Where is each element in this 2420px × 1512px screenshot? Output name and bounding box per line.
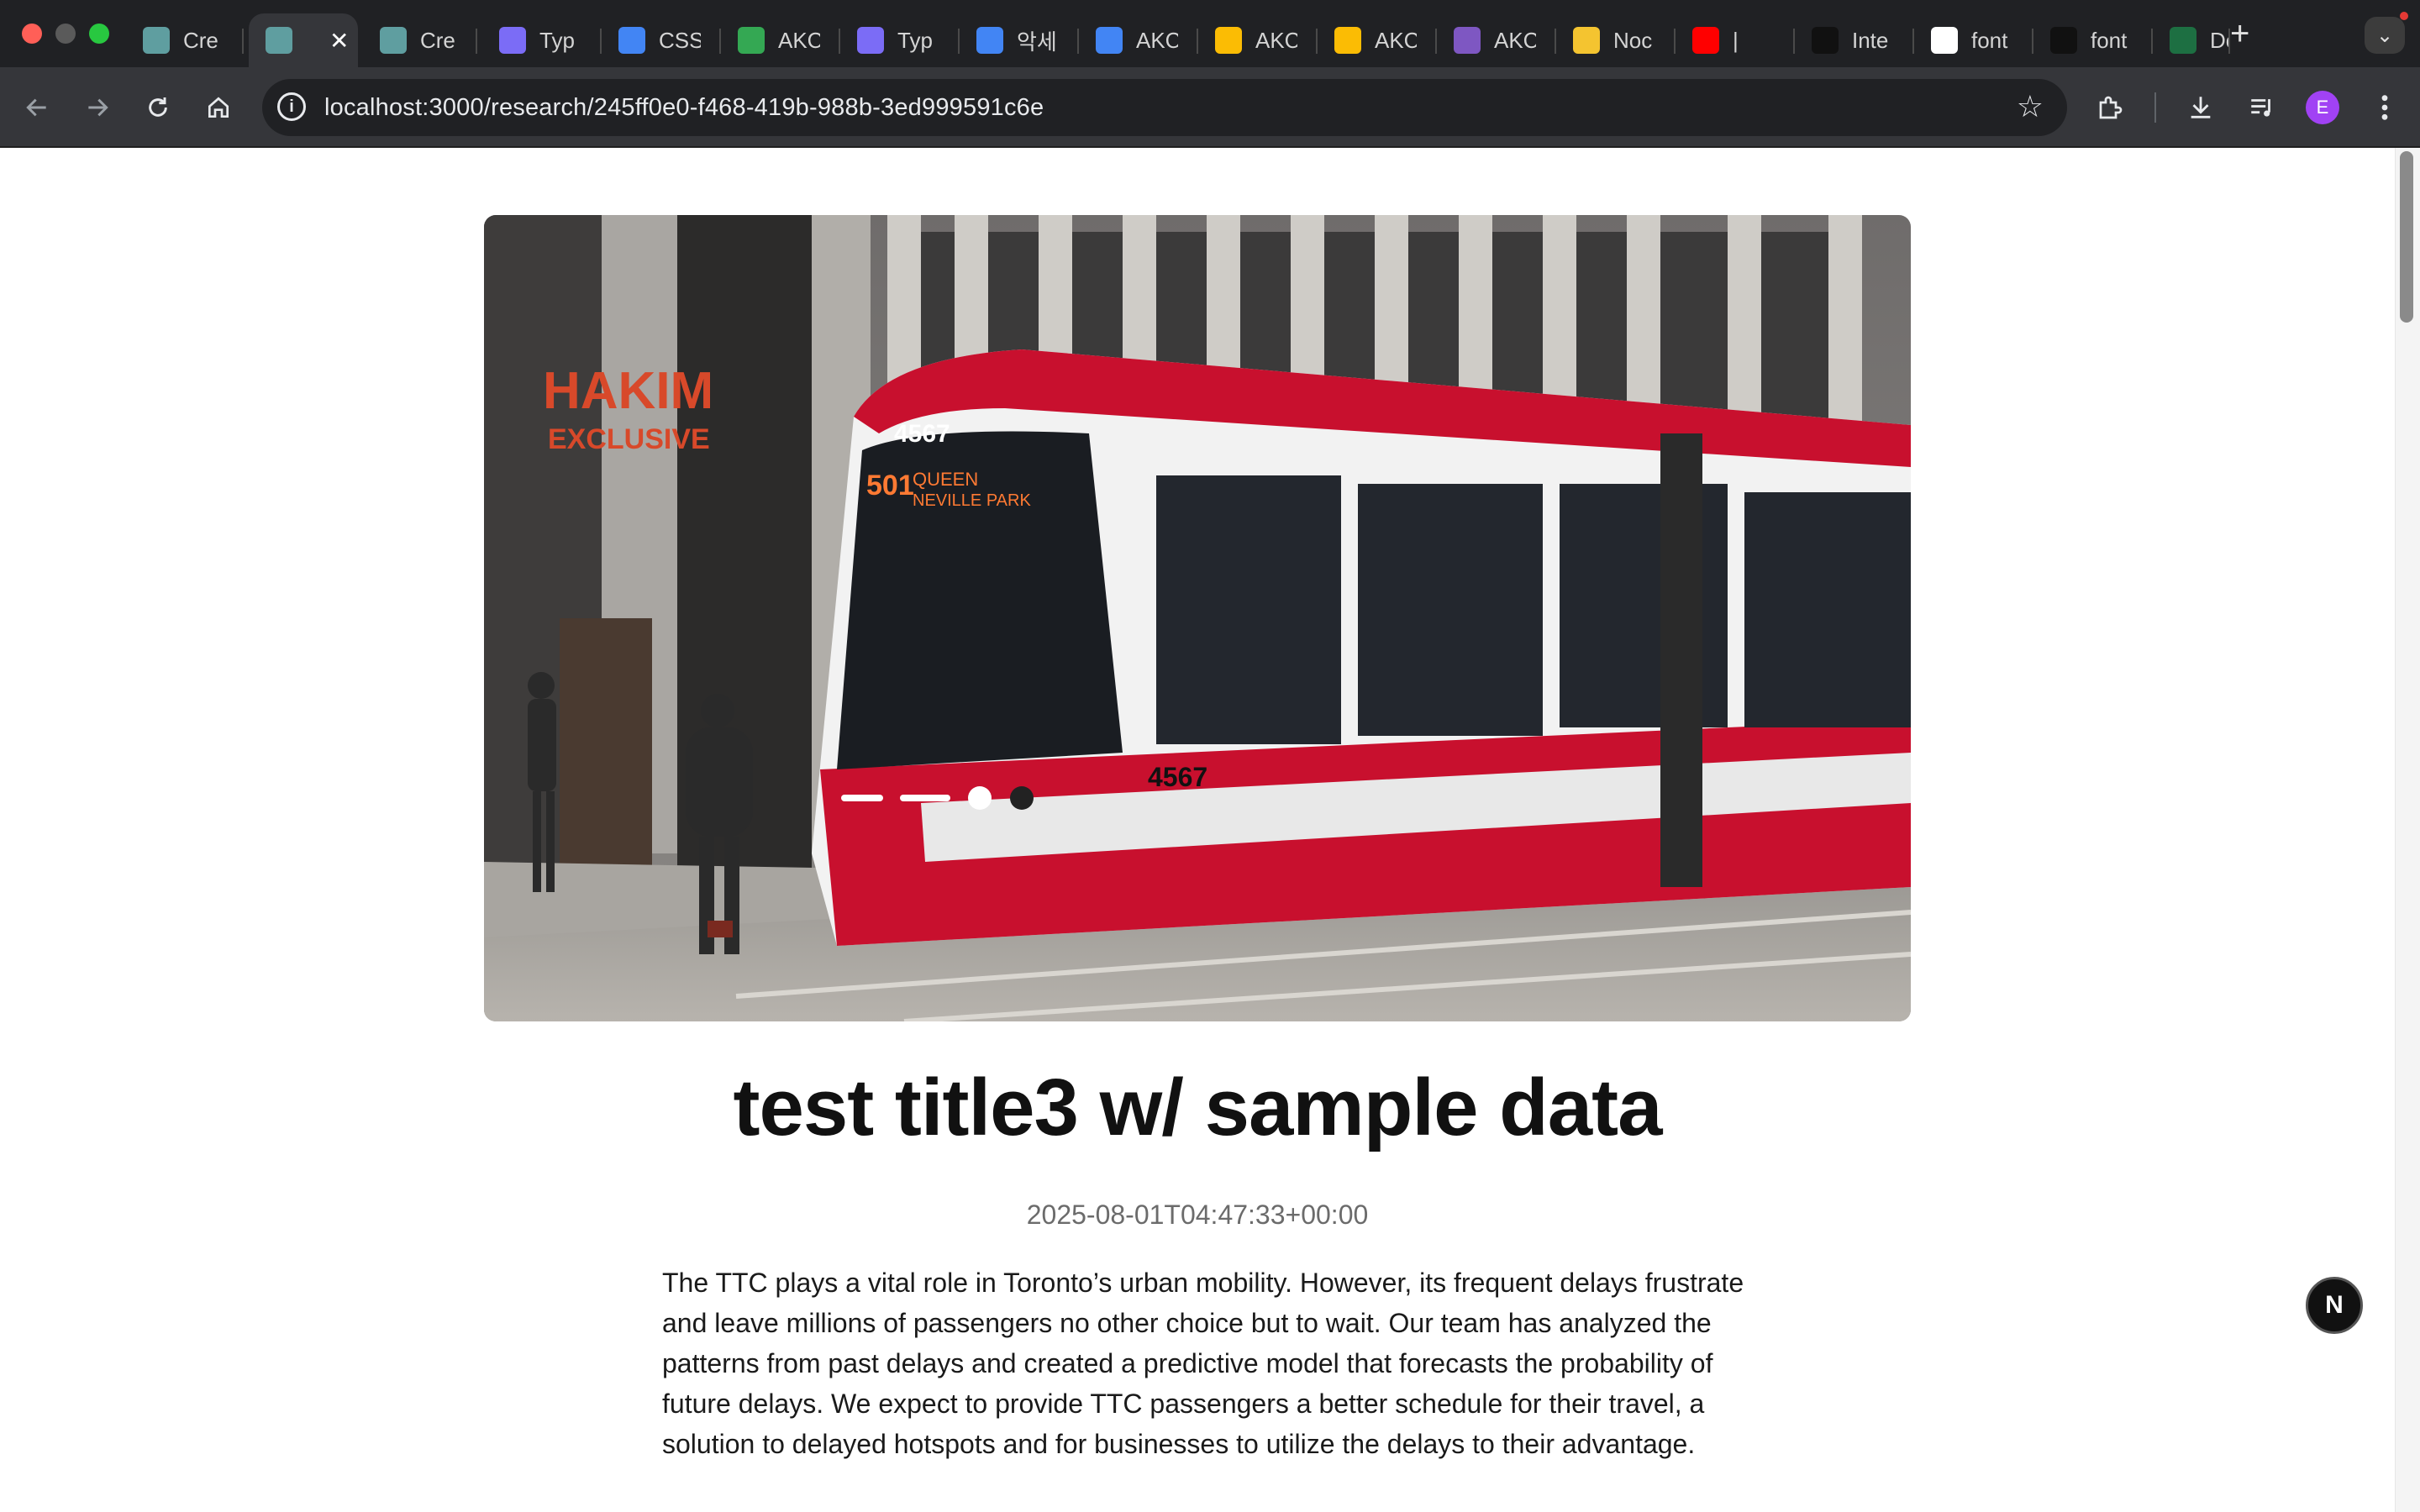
tab-label: AKC (778, 27, 820, 53)
browser-tab[interactable]: 악세 (960, 13, 1079, 67)
tab-strip: Cre ✕ Cre Typ CSS AKC Typ 악세 AKC AKC AKC AKC Noc | Int… (0, 0, 2420, 67)
svg-text:501: 501 (866, 470, 914, 501)
back-arrow-icon[interactable] (18, 89, 55, 126)
nextjs-dev-badge[interactable]: N (2306, 1277, 2363, 1334)
close-tab-icon[interactable]: ✕ (329, 27, 349, 55)
typeform-icon (499, 27, 526, 54)
scrollbar-thumb[interactable] (2400, 151, 2413, 323)
address-url[interactable]: localhost:3000/research/245ff0e0-f468-41… (324, 94, 1044, 122)
tab-label: font (2091, 27, 2128, 53)
svg-text:4567: 4567 (1148, 762, 1207, 792)
duck-icon (1573, 27, 1600, 54)
tab-separator (242, 29, 244, 54)
address-bar[interactable]: i localhost:3000/research/245ff0e0-f468-… (262, 79, 2067, 136)
youtube-icon (1692, 27, 1719, 54)
stacked-logo-icon (380, 27, 407, 54)
tab-separator (476, 29, 477, 54)
maximize-window-button[interactable] (89, 24, 109, 44)
profile-avatar[interactable]: E (2306, 91, 2339, 124)
browser-tab[interactable]: AKC (1079, 13, 1198, 67)
svg-text:QUEEN: QUEEN (913, 469, 978, 490)
site-info-icon[interactable]: i (277, 92, 306, 121)
browser-tab[interactable]: Cre (363, 13, 477, 67)
bookmark-star-icon[interactable]: ☆ (2017, 89, 2044, 124)
media-control-icon[interactable] (2244, 89, 2281, 126)
docs-icon (976, 27, 1003, 54)
stacked-logo-icon (143, 27, 170, 54)
home-icon[interactable] (200, 89, 237, 126)
download-icon[interactable] (2182, 89, 2219, 126)
drive-icon (1215, 27, 1242, 54)
svg-text:HAKIM: HAKIM (543, 362, 713, 420)
streetcar-photo: HAKIM EXCLUSIVE 501 QUEEN NEVILLE PARK 4… (484, 215, 1911, 1021)
hero-image: HAKIM EXCLUSIVE 501 QUEEN NEVILLE PARK 4… (484, 215, 1911, 1021)
toolbar-divider (2154, 92, 2156, 123)
forward-arrow-icon[interactable] (79, 89, 116, 126)
tab-label: Inte (1852, 27, 1889, 53)
minimize-window-button[interactable] (55, 24, 76, 44)
drive-icon (1334, 27, 1361, 54)
new-tab-button[interactable]: + (2230, 15, 2249, 52)
tab-label: AKC (1255, 27, 1297, 53)
browser-tab[interactable]: font (1914, 13, 2033, 67)
tab-active[interactable]: ✕ (249, 13, 358, 67)
tab-label: AKC (1136, 27, 1178, 53)
tab-label: Cre (420, 27, 455, 53)
page-viewport: HAKIM EXCLUSIVE 501 QUEEN NEVILLE PARK 4… (0, 148, 2395, 1512)
browser-tab[interactable]: Cre (126, 13, 244, 67)
tab-label: Dow (2210, 27, 2230, 53)
browser-tab[interactable]: Dow (2153, 13, 2230, 67)
bolt-icon (738, 27, 765, 54)
page-title: test title3 w/ sample data (733, 1063, 1662, 1152)
extensions-puzzle-icon[interactable] (2092, 89, 2129, 126)
aa-icon (1812, 27, 1839, 54)
browser-tab[interactable]: Typ (482, 13, 602, 67)
browser-tab[interactable]: AKC (1437, 13, 1556, 67)
more-menu-icon[interactable] (2366, 89, 2403, 126)
tab-label: AKC (1375, 27, 1417, 53)
browser-tab[interactable]: AKC (1318, 13, 1437, 67)
tab-label: Typ (897, 27, 933, 53)
svg-text:EXCLUSIVE: EXCLUSIVE (548, 423, 710, 455)
browser-tab[interactable]: Inte (1795, 13, 1914, 67)
tab-label: Noc (1613, 27, 1653, 53)
docs-icon (1096, 27, 1123, 54)
stacked-logo-icon (266, 27, 292, 54)
tab-label: Typ (539, 27, 575, 53)
tab-label: CSS (659, 27, 701, 53)
page-scrollbar[interactable] (2395, 148, 2420, 1512)
publish-timestamp: 2025-08-01T04:47:33+00:00 (1026, 1200, 1369, 1230)
browser-tab[interactable]: Noc (1556, 13, 1676, 67)
typeform-icon (857, 27, 884, 54)
calendar-icon (1454, 27, 1481, 54)
tab-label: 악세 (1017, 29, 1057, 55)
browser-tab[interactable]: font (2033, 13, 2153, 67)
reload-icon[interactable] (139, 89, 176, 126)
browser-tab[interactable]: | (1676, 13, 1795, 67)
tab-label: Cre (183, 27, 218, 53)
tab-search-button[interactable]: ⌄ (2365, 12, 2408, 54)
svg-text:4567: 4567 (894, 420, 950, 448)
browser-tab[interactable]: AKC (1198, 13, 1318, 67)
tab-label: font (1971, 27, 2008, 53)
excel-icon (2170, 27, 2196, 54)
browser-tab[interactable]: Typ (840, 13, 960, 67)
svg-text:NEVILLE PARK: NEVILLE PARK (913, 491, 1031, 510)
article-body: The TTC plays a vital role in Toronto’s … (662, 1268, 1744, 1459)
medium-icon (2050, 27, 2077, 54)
google-icon (1931, 27, 1958, 54)
browser-tab[interactable]: CSS (602, 13, 721, 67)
tab-label: | (1733, 27, 1739, 53)
browser-toolbar: i localhost:3000/research/245ff0e0-f468-… (0, 67, 2420, 148)
docs-icon (618, 27, 645, 54)
browser-tab[interactable]: AKC (721, 13, 840, 67)
close-window-button[interactable] (22, 24, 42, 44)
tab-label: AKC (1494, 27, 1536, 53)
